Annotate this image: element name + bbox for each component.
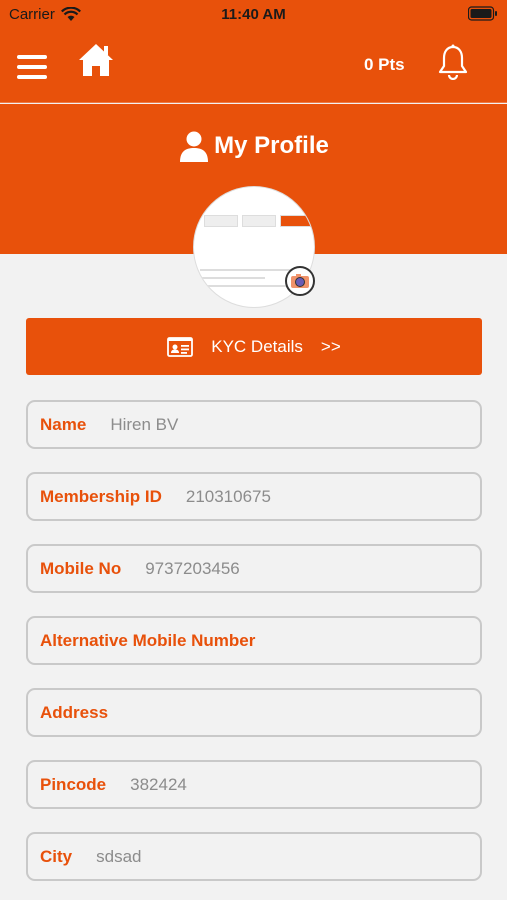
- status-time: 11:40 AM: [221, 6, 286, 23]
- field-value: Hiren BV: [110, 414, 179, 434]
- field-value: sdsad: [96, 846, 142, 866]
- field-label: Address: [40, 702, 109, 722]
- field-label: Membership ID: [40, 486, 162, 506]
- home-icon[interactable]: [77, 42, 115, 83]
- mobile-no-field[interactable]: Mobile No 9737203456: [26, 544, 482, 593]
- id-card-icon: [167, 336, 194, 357]
- field-label: City: [40, 846, 73, 866]
- city-field[interactable]: City sdsad: [26, 832, 482, 881]
- battery-icon: [467, 6, 498, 25]
- user-icon: [180, 131, 209, 162]
- kyc-label: KYC Details: [211, 336, 303, 356]
- menu-icon[interactable]: [17, 55, 47, 79]
- address-field[interactable]: Address: [26, 688, 482, 737]
- field-value: 382424: [130, 774, 187, 794]
- status-bar: Carrier 11:40 AM: [0, 0, 507, 28]
- app-header: 0 Pts: [0, 28, 507, 103]
- field-value: 9737203456: [145, 558, 240, 578]
- field-label: Name: [40, 414, 87, 434]
- field-value: 210310675: [185, 486, 271, 506]
- page-title: My Profile: [0, 130, 507, 162]
- membership-id-field[interactable]: Membership ID 210310675: [26, 472, 482, 521]
- alternative-mobile-field[interactable]: Alternative Mobile Number: [26, 616, 482, 665]
- field-label: Mobile No: [40, 558, 122, 578]
- field-label: Alternative Mobile Number: [40, 630, 256, 650]
- page-title-text: My Profile: [214, 132, 329, 159]
- bell-icon[interactable]: [437, 44, 469, 85]
- name-field[interactable]: Name Hiren BV: [26, 400, 482, 449]
- pincode-field[interactable]: Pincode 382424: [26, 760, 482, 809]
- field-label: Pincode: [40, 774, 107, 794]
- kyc-details-button[interactable]: KYC Details >>: [26, 318, 482, 375]
- kyc-arrow: >>: [320, 336, 341, 356]
- points-label: 0 Pts: [364, 55, 405, 74]
- camera-icon[interactable]: [285, 266, 315, 296]
